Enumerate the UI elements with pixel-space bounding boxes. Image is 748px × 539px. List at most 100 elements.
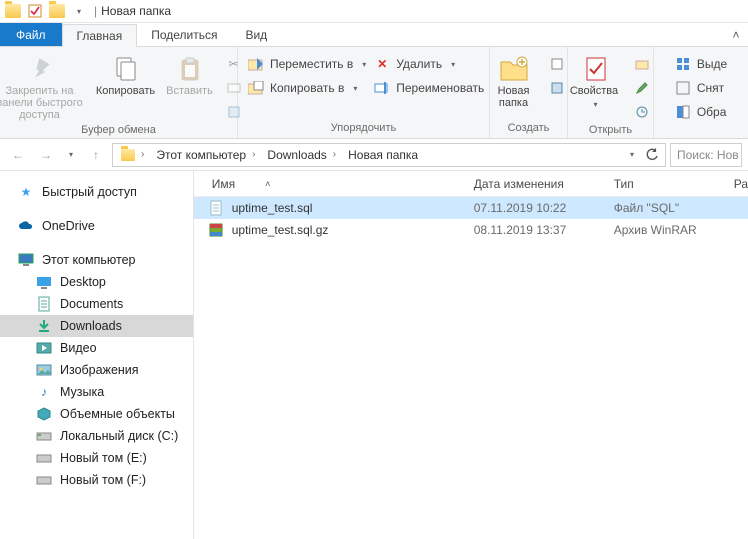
refresh-button[interactable]	[643, 143, 661, 167]
chevron-right-icon: ›	[331, 149, 338, 160]
tab-home[interactable]: Главная	[62, 24, 138, 47]
open-button[interactable]	[630, 53, 654, 75]
tree-drive-f-label: Новый том (F:)	[60, 473, 146, 487]
crumb-this-pc-label: Этот компьютер	[156, 148, 246, 162]
invert-selection-button[interactable]: Обра	[671, 101, 731, 123]
tree-drive-e-label: Новый том (E:)	[60, 451, 147, 465]
new-item-button[interactable]	[545, 53, 569, 75]
videos-icon	[36, 340, 52, 356]
paste-label: Вставить	[166, 85, 213, 97]
sort-ascending-icon: ˄	[265, 179, 270, 189]
tree-downloads-label: Downloads	[60, 319, 122, 333]
column-headers: Имя˄ Дата изменения Тип Ра	[194, 171, 748, 197]
qat-properties-icon[interactable]	[24, 1, 46, 21]
file-icon	[208, 222, 224, 238]
column-size[interactable]: Ра	[734, 177, 748, 191]
select-all-button[interactable]: Выде	[671, 53, 731, 75]
crumb-folder[interactable]: Новая папка	[344, 144, 422, 166]
new-folder-label: Новая папка	[489, 85, 539, 109]
tab-file[interactable]: Файл	[0, 23, 62, 46]
qat-new-folder-icon[interactable]	[46, 1, 68, 21]
column-name[interactable]: Имя˄	[194, 177, 474, 191]
cut-button[interactable]: ✂	[222, 53, 246, 75]
desktop-icon	[36, 274, 52, 290]
crumb-root-icon[interactable]: ›	[117, 144, 150, 166]
tree-documents[interactable]: Documents	[0, 293, 193, 315]
move-to-button[interactable]: Переместить в▾	[244, 53, 370, 75]
move-to-icon	[248, 56, 264, 72]
open-mini-column	[630, 51, 654, 123]
tree-drive-c[interactable]: Локальный диск (C:)	[0, 425, 193, 447]
search-input[interactable]: Поиск: Нов	[670, 143, 742, 167]
crumb-downloads[interactable]: Downloads›	[263, 144, 342, 166]
tree-quick-access-label: Быстрый доступ	[42, 185, 137, 199]
group-clipboard-label: Буфер обмена	[6, 123, 231, 136]
copy-button[interactable]: Копировать	[94, 51, 158, 97]
file-name: uptime_test.sql	[232, 201, 313, 215]
group-open-label: Открыть	[574, 123, 647, 136]
group-select: Выде Снят Обра	[654, 47, 748, 138]
pin-icon	[24, 55, 56, 83]
new-item-column	[545, 51, 569, 99]
invert-label: Обра	[697, 105, 727, 119]
nav-up-button[interactable]: ↑	[84, 143, 108, 167]
tree-downloads[interactable]: Downloads	[0, 315, 193, 337]
music-icon: ♪	[36, 384, 52, 400]
ribbon: Закрепить на панели быстрого доступа Коп…	[0, 47, 748, 139]
chevron-right-icon: ›	[139, 149, 146, 160]
tree-desktop-label: Desktop	[60, 275, 106, 289]
nav-back-button[interactable]: ←	[6, 143, 30, 167]
tree-drive-f[interactable]: Новый том (F:)	[0, 469, 193, 491]
copy-path-button[interactable]	[222, 77, 246, 99]
group-organize: Переместить в▾ Копировать в▾ ✕ Удалить▾ …	[238, 47, 490, 138]
select-all-icon	[675, 56, 691, 72]
file-row[interactable]: uptime_test.sql.gz08.11.2019 13:37Архив …	[194, 219, 748, 241]
file-row[interactable]: uptime_test.sql07.11.2019 10:22Файл "SQL…	[194, 197, 748, 219]
nav-recent-button[interactable]: ▾	[62, 143, 80, 167]
nav-tree: ★ Быстрый доступ OneDrive Этот компьютер…	[0, 171, 194, 539]
properties-button[interactable]: Свойства ▾	[568, 51, 624, 111]
chevron-down-icon: ▾	[593, 100, 597, 109]
nav-forward-button[interactable]: →	[34, 143, 58, 167]
tree-pictures[interactable]: Изображения	[0, 359, 193, 381]
downloads-icon	[36, 318, 52, 334]
crumb-folder-label: Новая папка	[348, 148, 418, 162]
edit-icon	[634, 80, 650, 96]
tree-desktop[interactable]: Desktop	[0, 271, 193, 293]
qat-folder-icon[interactable]	[2, 1, 24, 21]
ribbon-collapse-icon[interactable]: ˄	[724, 23, 748, 46]
copy-to-button[interactable]: Копировать в▾	[244, 77, 370, 99]
pin-to-quick-access-button[interactable]: Закрепить на панели быстрого доступа	[0, 51, 88, 121]
address-dropdown-button[interactable]: ▾	[623, 143, 641, 167]
tree-music-label: Музыка	[60, 385, 104, 399]
paste-button[interactable]: Вставить	[164, 51, 216, 97]
paste-shortcut-button[interactable]	[222, 101, 246, 123]
delete-button[interactable]: ✕ Удалить▾	[370, 53, 488, 75]
tab-share[interactable]: Поделиться	[137, 23, 231, 46]
drive-icon	[36, 472, 52, 488]
tree-videos[interactable]: Видео	[0, 337, 193, 359]
tree-quick-access[interactable]: ★ Быстрый доступ	[0, 181, 193, 203]
edit-button[interactable]	[630, 77, 654, 99]
select-none-button[interactable]: Снят	[671, 77, 731, 99]
tab-view[interactable]: Вид	[231, 23, 281, 46]
rename-button[interactable]: Переименовать	[370, 77, 488, 99]
tree-onedrive[interactable]: OneDrive	[0, 215, 193, 237]
tree-drive-e[interactable]: Новый том (E:)	[0, 447, 193, 469]
column-type[interactable]: Тип	[614, 177, 734, 191]
file-type: Файл "SQL"	[614, 201, 734, 215]
easy-access-button[interactable]	[545, 77, 569, 99]
file-date: 08.11.2019 13:37	[474, 223, 614, 237]
group-open: Свойства ▾ Открыть	[568, 47, 654, 138]
tree-3d-objects[interactable]: Объемные объекты	[0, 403, 193, 425]
tree-music[interactable]: ♪ Музыка	[0, 381, 193, 403]
star-icon: ★	[18, 184, 34, 200]
address-bar[interactable]: › Этот компьютер› Downloads› Новая папка…	[112, 143, 666, 167]
tree-this-pc[interactable]: Этот компьютер	[0, 249, 193, 271]
qat-customize-icon[interactable]: ▾	[68, 1, 90, 21]
title-separator: |	[94, 4, 97, 18]
new-folder-button[interactable]: Новая папка	[489, 51, 539, 109]
crumb-this-pc[interactable]: Этот компьютер›	[152, 144, 261, 166]
column-date[interactable]: Дата изменения	[474, 177, 614, 191]
history-button[interactable]	[630, 101, 654, 123]
